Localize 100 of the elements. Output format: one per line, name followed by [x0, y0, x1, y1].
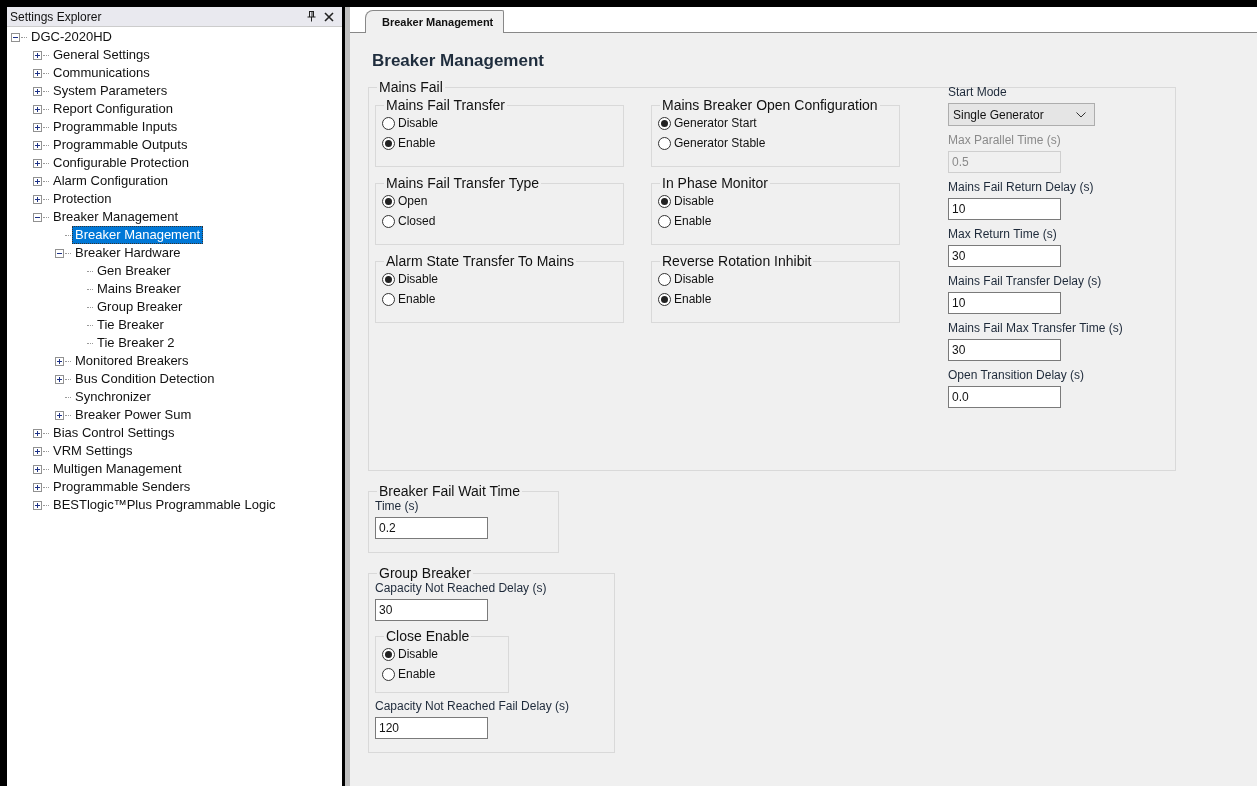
field-label: Mains Fail Return Delay (s) — [948, 180, 1094, 194]
tree-item[interactable]: Programmable Inputs — [50, 118, 181, 136]
radio-button[interactable] — [382, 292, 395, 306]
radio-button[interactable] — [658, 194, 671, 208]
expand-icon[interactable] — [33, 446, 42, 456]
tree-item[interactable]: Tie Breaker 2 — [94, 334, 178, 352]
group-title: Mains Breaker Open Configuration — [661, 97, 879, 113]
input-field[interactable]: 10 — [948, 292, 1061, 314]
radio-button[interactable] — [382, 136, 395, 150]
tree-item[interactable]: Programmable Outputs — [50, 136, 191, 154]
expand-icon[interactable] — [33, 158, 42, 168]
radio-button[interactable] — [382, 667, 395, 681]
tree-item[interactable]: Programmable Senders — [50, 478, 194, 496]
tree-item[interactable]: Group Breaker — [94, 298, 186, 316]
tree-item[interactable]: Multigen Management — [50, 460, 185, 478]
expand-icon[interactable] — [33, 428, 42, 438]
expand-icon[interactable] — [33, 86, 42, 96]
tree-item[interactable]: BESTlogic™Plus Programmable Logic — [50, 496, 279, 514]
expand-icon[interactable] — [55, 374, 64, 384]
expand-icon[interactable] — [33, 482, 42, 492]
field-label: Start Mode — [948, 85, 1007, 99]
field-label: Time (s) — [375, 499, 419, 513]
tree-item[interactable]: DGC-2020HD — [28, 28, 115, 46]
field-label: Capacity Not Reached Fail Delay (s) — [375, 699, 570, 713]
tree-item[interactable]: Mains Breaker — [94, 280, 184, 298]
radio-option[interactable]: Generator Start — [658, 113, 757, 133]
tree-item[interactable]: Tie Breaker — [94, 316, 167, 334]
group-title: Group Breaker — [378, 565, 472, 581]
field-label: Max Parallel Time (s) — [948, 133, 1061, 147]
collapse-icon[interactable] — [11, 32, 20, 42]
radio-button[interactable] — [382, 194, 395, 208]
tree-item[interactable]: Bias Control Settings — [50, 424, 178, 442]
expand-icon[interactable] — [33, 464, 42, 474]
tree-item[interactable]: Synchronizer — [72, 388, 154, 406]
radio-option[interactable]: Closed — [382, 211, 436, 231]
expand-icon[interactable] — [33, 104, 42, 114]
panel-title: Settings Explorer — [10, 9, 103, 24]
expand-icon[interactable] — [33, 194, 42, 204]
expand-icon[interactable] — [33, 500, 42, 510]
collapse-icon[interactable] — [33, 212, 42, 222]
radio-option[interactable]: Disable — [658, 269, 715, 289]
group-title: Breaker Fail Wait Time — [378, 483, 522, 499]
radio-option[interactable]: Disable — [382, 269, 439, 289]
tree-item[interactable]: Breaker Management — [50, 208, 181, 226]
tree-item[interactable]: Alarm Configuration — [50, 172, 171, 190]
radio-option[interactable]: Enable — [658, 211, 712, 231]
tree-item[interactable]: Gen Breaker — [94, 262, 174, 280]
tree-item[interactable]: System Parameters — [50, 82, 171, 100]
expand-icon[interactable] — [55, 356, 64, 366]
expand-icon[interactable] — [55, 410, 64, 420]
radio-button[interactable] — [382, 214, 395, 228]
radio-option[interactable]: Enable — [382, 133, 436, 153]
input-field[interactable]: 0.2 — [375, 517, 488, 539]
radio-button[interactable] — [658, 116, 671, 130]
tree-item[interactable]: Breaker Management — [72, 226, 203, 244]
expand-icon[interactable] — [33, 176, 42, 186]
radio-button[interactable] — [658, 136, 671, 150]
tree-item[interactable]: Breaker Power Sum — [72, 406, 195, 424]
field-label: Max Return Time (s) — [948, 227, 1057, 241]
input-field[interactable]: 30 — [948, 339, 1061, 361]
radio-option[interactable]: Disable — [382, 644, 439, 664]
radio-option[interactable]: Disable — [658, 191, 715, 211]
tree-item[interactable]: Report Configuration — [50, 100, 176, 118]
expand-icon[interactable] — [33, 68, 42, 78]
input-field[interactable]: 120 — [375, 717, 488, 739]
tree-item[interactable]: General Settings — [50, 46, 153, 64]
radio-button[interactable] — [658, 292, 671, 306]
tree-item[interactable]: VRM Settings — [50, 442, 136, 460]
tree-item[interactable]: Breaker Hardware — [72, 244, 184, 262]
expand-icon[interactable] — [33, 140, 42, 150]
field-label: Open Transition Delay (s) — [948, 368, 1085, 382]
radio-button[interactable] — [658, 272, 671, 286]
radio-option[interactable]: Enable — [382, 289, 436, 309]
close-icon[interactable] — [324, 11, 334, 22]
radio-button[interactable] — [382, 647, 395, 661]
tree-item[interactable]: Protection — [50, 190, 115, 208]
field-label: Mains Fail Transfer Delay (s) — [948, 274, 1102, 288]
expand-icon[interactable] — [33, 50, 42, 60]
pin-icon[interactable] — [307, 11, 316, 22]
input-field[interactable]: 30 — [948, 245, 1061, 267]
tab[interactable]: Breaker Management — [365, 10, 505, 33]
tree-item[interactable]: Communications — [50, 64, 153, 82]
radio-option[interactable]: Open — [382, 191, 428, 211]
dropdown[interactable]: Single Generator — [948, 103, 1095, 126]
tree-item[interactable]: Configurable Protection — [50, 154, 192, 172]
input-field[interactable]: 10 — [948, 198, 1061, 220]
radio-option[interactable]: Generator Stable — [658, 133, 766, 153]
tree-item[interactable]: Bus Condition Detection — [72, 370, 218, 388]
radio-button[interactable] — [658, 214, 671, 228]
radio-option[interactable]: Enable — [382, 664, 436, 684]
chevron-down-icon — [1076, 111, 1086, 118]
radio-option[interactable]: Enable — [658, 289, 712, 309]
collapse-icon[interactable] — [55, 248, 64, 258]
input-field[interactable]: 0.0 — [948, 386, 1061, 408]
radio-option[interactable]: Disable — [382, 113, 439, 133]
input-field[interactable]: 30 — [375, 599, 488, 621]
radio-button[interactable] — [382, 272, 395, 286]
expand-icon[interactable] — [33, 122, 42, 132]
tree-item[interactable]: Monitored Breakers — [72, 352, 192, 370]
radio-button[interactable] — [382, 116, 395, 130]
